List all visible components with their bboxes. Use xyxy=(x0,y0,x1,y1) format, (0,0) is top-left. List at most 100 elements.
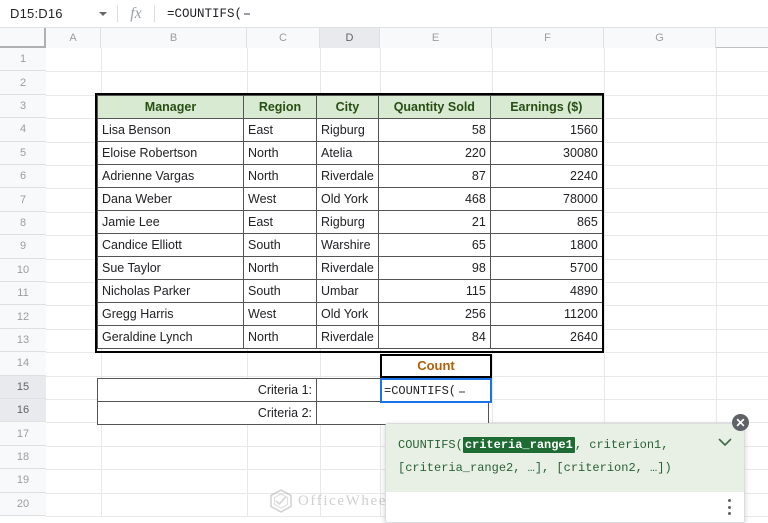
table-cell[interactable]: Old York xyxy=(316,187,379,211)
table-cell[interactable]: Rigburg xyxy=(316,118,379,142)
table-cell[interactable]: 2640 xyxy=(489,325,603,349)
count-header-cell[interactable]: Count xyxy=(380,354,492,378)
data-table-header-cell[interactable]: Region xyxy=(243,95,317,119)
table-row: Candice Elliott South Warshire 65 1800 xyxy=(97,233,603,257)
row-header-14[interactable]: 14 xyxy=(0,352,46,376)
table-cell[interactable]: North xyxy=(243,256,317,280)
data-table-header-cell[interactable]: Manager xyxy=(97,95,244,119)
function-fx-icon[interactable]: fx xyxy=(121,0,151,28)
table-cell[interactable]: 5700 xyxy=(489,256,603,280)
table-cell[interactable]: Old York xyxy=(316,302,379,326)
table-cell[interactable]: 1800 xyxy=(489,233,603,257)
table-cell[interactable]: East xyxy=(243,210,317,234)
table-cell[interactable]: 468 xyxy=(377,187,491,211)
table-cell[interactable]: 98 xyxy=(377,256,491,280)
table-cell[interactable]: Riverdale xyxy=(316,256,379,280)
table-cell[interactable]: Nicholas Parker xyxy=(97,279,244,303)
table-cell[interactable]: 11200 xyxy=(489,302,603,326)
row-header-11[interactable]: 11 xyxy=(0,282,46,306)
table-cell[interactable]: Adrienne Vargas xyxy=(97,164,244,188)
table-cell[interactable]: 1560 xyxy=(489,118,603,142)
data-table-header-cell[interactable]: City xyxy=(316,95,379,119)
table-cell[interactable]: West xyxy=(243,187,317,211)
table-cell[interactable]: 30080 xyxy=(489,141,603,165)
table-cell[interactable]: Eloise Robertson xyxy=(97,141,244,165)
table-cell[interactable]: 78000 xyxy=(489,187,603,211)
table-cell[interactable]: 4890 xyxy=(489,279,603,303)
divider xyxy=(117,5,118,22)
row-header-1[interactable]: 1 xyxy=(0,48,46,72)
table-cell[interactable]: North xyxy=(243,141,317,165)
table-row: Adrienne Vargas North Riverdale 87 2240 xyxy=(97,164,603,188)
column-header-e[interactable]: E xyxy=(380,28,492,48)
data-table-header-cell[interactable]: Earnings ($) xyxy=(489,95,603,119)
column-header-d[interactable]: D xyxy=(320,28,380,48)
table-cell[interactable]: Geraldine Lynch xyxy=(97,325,244,349)
table-cell[interactable]: 84 xyxy=(377,325,491,349)
table-cell[interactable]: North xyxy=(243,164,317,188)
formula-input[interactable]: =COUNTIFS( xyxy=(158,0,768,28)
table-cell[interactable]: Gregg Harris xyxy=(97,302,244,326)
table-cell[interactable]: West xyxy=(243,302,317,326)
more-vertical-icon[interactable] xyxy=(728,499,732,515)
row-header-8[interactable]: 8 xyxy=(0,211,46,236)
row-header-10[interactable]: 10 xyxy=(0,258,46,282)
table-cell[interactable]: South xyxy=(243,279,317,303)
column-header-a[interactable]: A xyxy=(46,28,101,48)
row-header-3[interactable]: 3 xyxy=(0,94,46,119)
row-header-2[interactable]: 2 xyxy=(0,71,46,95)
sheet-surface[interactable]: Manager Region City Quantity Sold Earnings (… xyxy=(46,48,768,523)
table-cell[interactable]: Riverdale xyxy=(316,164,379,188)
table-cell[interactable]: 65 xyxy=(377,233,491,257)
column-header-f[interactable]: F xyxy=(492,28,604,48)
table-cell[interactable]: 256 xyxy=(377,302,491,326)
table-cell[interactable]: Dana Weber xyxy=(97,187,244,211)
column-header-c[interactable]: C xyxy=(247,28,320,48)
row-header-5[interactable]: 5 xyxy=(0,141,46,165)
row-header-label: 8 xyxy=(19,216,27,229)
row-header-17[interactable]: 17 xyxy=(0,422,46,446)
criteria-value-cell[interactable] xyxy=(316,401,489,425)
row-header-18[interactable]: 18 xyxy=(0,445,46,470)
row-header-12[interactable]: 12 xyxy=(0,305,46,329)
table-cell[interactable]: Warshire xyxy=(316,233,379,257)
table-cell[interactable]: Jamie Lee xyxy=(97,210,244,234)
active-cell-editor[interactable]: =COUNTIFS( xyxy=(380,378,492,403)
row-header-label: 15 xyxy=(16,380,30,393)
select-all-corner[interactable] xyxy=(0,28,46,48)
table-cell[interactable]: 58 xyxy=(377,118,491,142)
table-cell[interactable]: 220 xyxy=(377,141,491,165)
row-header-15[interactable]: 15 xyxy=(0,375,46,399)
table-cell[interactable]: East xyxy=(243,118,317,142)
row-header-19[interactable]: 19 xyxy=(0,469,46,493)
name-box[interactable]: D15:D16 xyxy=(0,0,92,28)
column-header-g[interactable]: G xyxy=(604,28,716,48)
table-cell[interactable]: 115 xyxy=(377,279,491,303)
table-cell[interactable]: Umbar xyxy=(316,279,379,303)
row-header-13[interactable]: 13 xyxy=(0,328,46,353)
name-box-dropdown-icon[interactable] xyxy=(92,0,114,28)
table-cell[interactable]: 21 xyxy=(377,210,491,234)
table-cell[interactable]: Sue Taylor xyxy=(97,256,244,280)
criteria-label-cell: Criteria 1: xyxy=(97,378,317,402)
table-cell[interactable]: North xyxy=(243,325,317,349)
row-header-4[interactable]: 4 xyxy=(0,118,46,142)
table-cell[interactable]: Lisa Benson xyxy=(97,118,244,142)
row-header-7[interactable]: 7 xyxy=(0,188,46,212)
close-icon[interactable] xyxy=(732,414,749,431)
table-cell[interactable]: 2240 xyxy=(489,164,603,188)
table-cell[interactable]: 865 xyxy=(489,210,603,234)
table-cell[interactable]: Candice Elliott xyxy=(97,233,244,257)
table-cell[interactable]: Atelia xyxy=(316,141,379,165)
data-table-header-cell[interactable]: Quantity Sold xyxy=(377,95,491,119)
table-cell[interactable]: Rigburg xyxy=(316,210,379,234)
row-header-9[interactable]: 9 xyxy=(0,235,46,259)
row-header-6[interactable]: 6 xyxy=(0,165,46,189)
table-cell[interactable]: 87 xyxy=(377,164,491,188)
row-header-20[interactable]: 20 xyxy=(0,492,46,516)
row-header-16[interactable]: 16 xyxy=(0,399,46,423)
table-cell[interactable]: South xyxy=(243,233,317,257)
table-cell[interactable]: Riverdale xyxy=(316,325,379,349)
chevron-down-icon xyxy=(718,438,732,446)
column-header-b[interactable]: B xyxy=(101,28,247,48)
